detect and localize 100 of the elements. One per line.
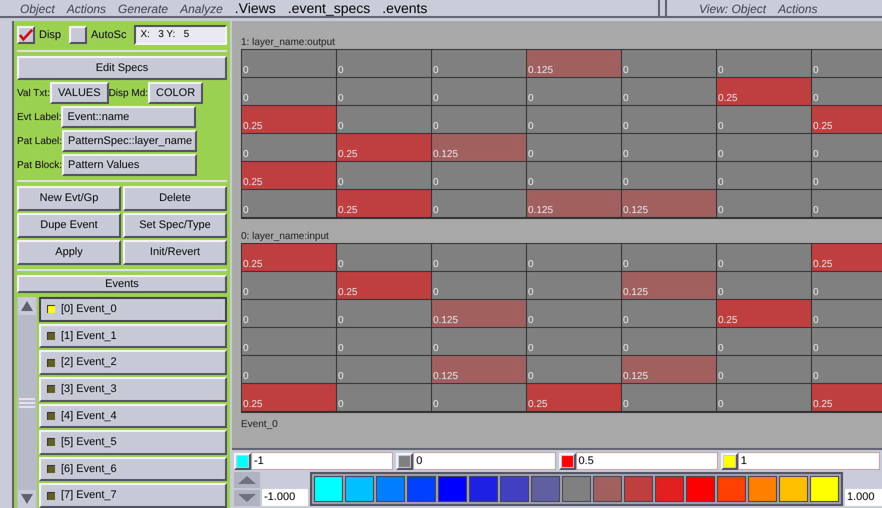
grid-cell: 0.25 xyxy=(527,384,622,412)
grid-cell: 0 xyxy=(337,384,432,412)
setting-button[interactable]: VALUES xyxy=(50,82,109,104)
color-swatch[interactable] xyxy=(376,476,405,502)
event-item[interactable]: [6] Event_6 xyxy=(39,456,227,482)
color-swatch[interactable] xyxy=(593,476,622,502)
event-item[interactable]: [4] Event_4 xyxy=(39,404,227,428)
color-swatch[interactable] xyxy=(779,476,808,502)
event-item[interactable]: [0] Event_0 xyxy=(39,297,227,322)
max-field[interactable]: 1.000 xyxy=(845,489,882,506)
menu-item[interactable]: .event_specs xyxy=(288,1,370,16)
event-item[interactable]: [5] Event_5 xyxy=(39,430,227,455)
grid-cell: 0 xyxy=(432,78,527,106)
color-swatch[interactable] xyxy=(469,476,498,502)
increase-icon[interactable] xyxy=(234,472,260,488)
grid-cell: 0 xyxy=(717,162,812,190)
grid-cell: 0 xyxy=(812,134,882,162)
color-swatch[interactable] xyxy=(438,476,467,502)
action-button[interactable]: Set Spec/Type xyxy=(123,213,227,238)
color-swatch[interactable] xyxy=(748,476,777,502)
checkbox[interactable] xyxy=(69,26,88,44)
color-swatch[interactable] xyxy=(724,456,735,466)
scroll-down-icon[interactable] xyxy=(18,490,36,508)
scroll-grip-icon[interactable] xyxy=(18,398,36,408)
value-field[interactable]: 0 xyxy=(413,452,556,470)
action-button[interactable]: Init/Revert xyxy=(123,240,227,265)
color-swatch[interactable] xyxy=(562,456,572,466)
grid-cell: 0 xyxy=(622,328,717,356)
color-swatch[interactable] xyxy=(717,476,746,502)
setting-button[interactable]: COLOR xyxy=(148,82,204,104)
field-label: Evt Label: xyxy=(17,110,62,124)
color-swatch[interactable] xyxy=(500,476,529,502)
grid-cell: 0 xyxy=(812,78,882,106)
event-item[interactable]: [1] Event_1 xyxy=(39,324,227,348)
layer-title: 0: layer_name:input xyxy=(241,231,330,243)
event-indicator-icon xyxy=(47,358,55,367)
event-item[interactable]: [7] Event_7 xyxy=(39,483,227,508)
grid-cell: 0 xyxy=(527,272,622,300)
event-indicator-icon xyxy=(47,492,55,500)
value-field[interactable]: -1 xyxy=(251,452,394,470)
color-swatch[interactable] xyxy=(810,476,839,502)
setting-button[interactable]: Event::name xyxy=(61,106,196,128)
decrease-icon[interactable] xyxy=(234,490,260,506)
grid-cell: 0 xyxy=(432,272,527,300)
event-indicator-icon xyxy=(47,412,55,420)
value-field[interactable]: 0.5 xyxy=(576,452,718,470)
action-button[interactable]: New Evt/Gp xyxy=(17,186,121,211)
scrollbar[interactable] xyxy=(17,297,37,508)
scroll-up-icon[interactable] xyxy=(18,297,36,315)
xy-field[interactable]: X: 3 Y: 5 xyxy=(134,25,227,45)
color-swatch[interactable] xyxy=(407,476,436,502)
setting-button[interactable]: PatternSpec::layer_name xyxy=(62,130,198,152)
menu-item[interactable]: Actions xyxy=(778,2,818,16)
action-button[interactable]: Dupe Event xyxy=(17,213,121,238)
menu-item[interactable]: Analyze xyxy=(180,2,223,16)
color-swatch[interactable] xyxy=(314,476,343,502)
value-field[interactable]: 1 xyxy=(738,452,880,470)
event-item[interactable]: [2] Event_2 xyxy=(39,350,227,375)
min-field[interactable]: -1.000 xyxy=(262,489,308,506)
menu-item[interactable]: Generate xyxy=(118,2,168,16)
edit-specs-button[interactable]: Edit Specs xyxy=(17,56,227,80)
color-swatch[interactable] xyxy=(531,476,560,502)
grid-cell: 0.25 xyxy=(337,272,432,300)
menu-item[interactable]: .events xyxy=(382,1,428,16)
action-button[interactable]: Apply xyxy=(17,240,121,265)
color-swatch[interactable] xyxy=(624,476,653,502)
color-swatch[interactable] xyxy=(655,476,684,502)
grid-cell: 0 xyxy=(527,300,622,328)
checkbox[interactable] xyxy=(17,26,35,44)
color-swatch[interactable] xyxy=(562,476,591,502)
setting-button[interactable]: Pattern Values xyxy=(62,154,198,176)
grid-cell: 0.25 xyxy=(812,384,882,412)
menu-item[interactable]: Object xyxy=(20,2,55,16)
grid-cell: 0 xyxy=(717,328,812,356)
event-item[interactable]: [3] Event_3 xyxy=(39,376,227,402)
checkbox-label: AutoSc xyxy=(91,28,126,43)
grid-cell: 0.25 xyxy=(812,244,882,272)
action-button[interactable]: Delete xyxy=(123,186,227,211)
color-swatch[interactable] xyxy=(237,456,248,466)
grid-cell: 0.125 xyxy=(432,356,527,384)
grid-cell: 0 xyxy=(717,190,812,218)
color-swatch[interactable] xyxy=(686,476,715,502)
grid-cell: 0 xyxy=(812,328,882,356)
grid-cell: 0 xyxy=(242,356,337,384)
event-indicator-icon xyxy=(47,438,55,446)
grid-cell: 0 xyxy=(242,78,337,106)
color-swatch[interactable] xyxy=(399,456,410,466)
menu-item[interactable]: View: Object xyxy=(699,2,766,16)
grid-cell: 0 xyxy=(432,50,527,78)
grid-cell: 0 xyxy=(527,106,622,134)
grid-cell: 0 xyxy=(717,106,812,134)
color-swatch[interactable] xyxy=(345,476,374,502)
menu-item[interactable]: Actions xyxy=(66,2,106,16)
grid-cell: 0 xyxy=(337,50,432,78)
grid-cell: 0 xyxy=(432,328,527,356)
menu-item[interactable]: .Views xyxy=(234,1,276,16)
grid-cell: 0.125 xyxy=(432,300,527,328)
grid-cell: 0 xyxy=(242,50,337,78)
grid-cell: 0 xyxy=(527,162,622,190)
grid-cell: 0.25 xyxy=(717,300,812,328)
